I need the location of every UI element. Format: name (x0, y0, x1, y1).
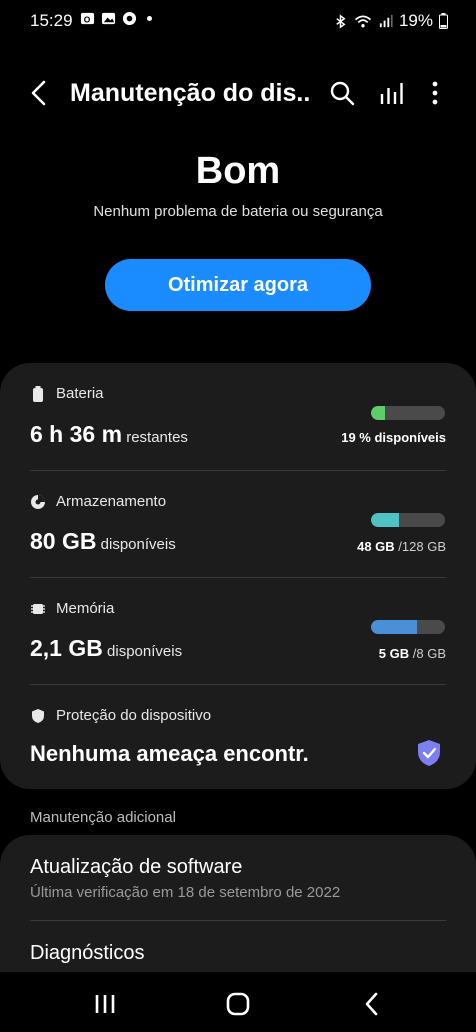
battery-value: 6 h 36 m restantes (30, 421, 188, 448)
storage-total: /128 GB (394, 539, 446, 554)
memory-used: 5 GB (378, 646, 410, 661)
gallery-icon (101, 12, 116, 25)
svg-text:O: O (84, 14, 91, 24)
diagnostics-item[interactable]: Diagnósticos (0, 921, 476, 975)
back-icon[interactable] (28, 80, 50, 106)
more-notifications-dot (147, 16, 152, 21)
software-update-item[interactable]: Atualização de software Última verificaç… (0, 835, 476, 921)
additional-card: Atualização de software Última verificaç… (0, 835, 476, 975)
storage-row[interactable]: Armazenamento 80 GB disponíveis 48 GB /1… (0, 471, 476, 577)
battery-level-bar (371, 406, 445, 420)
storage-bar-text: 48 GB /128 GB (357, 539, 446, 554)
battery-value-suffix: restantes (122, 429, 188, 446)
navigation-bar (0, 972, 476, 1032)
storage-level-fill (371, 513, 399, 527)
battery-icon (439, 13, 448, 29)
device-status-subtitle: Nenhum problema de bateria ou segurança (93, 203, 383, 220)
battery-icon (33, 385, 43, 402)
diagnostics-title: Diagnósticos (30, 942, 145, 964)
home-icon[interactable] (224, 990, 252, 1018)
protection-label-text: Proteção do dispositivo (56, 707, 212, 724)
battery-time-remaining: 6 h 36 m (30, 421, 123, 447)
battery-label-text: Bateria (56, 385, 104, 402)
software-update-title: Atualização de software (30, 856, 243, 878)
protection-label: Proteção do dispositivo (30, 707, 211, 724)
storage-label-text: Armazenamento (56, 493, 167, 510)
additional-maintenance-header: Manutenção adicional (30, 809, 176, 826)
storage-pie-icon (31, 494, 45, 509)
battery-label: Bateria (30, 385, 104, 402)
storage-available: 80 GB (30, 528, 97, 554)
memory-level-bar (371, 620, 445, 634)
memory-label-text: Memória (56, 600, 115, 617)
storage-value-suffix: disponíveis (96, 536, 176, 553)
memory-total: /8 GB (409, 646, 446, 661)
storage-label: Armazenamento (30, 493, 166, 510)
storage-level-bar (371, 513, 445, 527)
system-icons: 19% (333, 11, 448, 31)
status-bar: 15:29 O 19% (0, 0, 476, 42)
battery-row[interactable]: Bateria 6 h 36 m restantes 19 % disponív… (0, 363, 476, 470)
notification-icons: O (80, 11, 152, 26)
battery-percent: 19% (398, 11, 433, 30)
chrome-icon (122, 11, 137, 26)
battery-available: 19 % disponíveis (341, 430, 446, 445)
app-bar: Manutenção do dis... (0, 70, 476, 116)
storage-value: 80 GB disponíveis (30, 528, 176, 555)
memory-row[interactable]: Memória 2,1 GB disponíveis 5 GB /8 GB (0, 578, 476, 684)
more-vert-icon[interactable] (422, 80, 448, 106)
shield-icon (32, 708, 44, 723)
protection-status: Nenhuma ameaça encontr. (30, 741, 309, 766)
optimize-now-button[interactable]: Otimizar agora (105, 259, 371, 311)
page-title: Manutenção do dis... (70, 79, 312, 107)
storage-used: 48 GB (357, 539, 395, 554)
status-time: 15:29 (30, 11, 73, 30)
signal-icon (379, 14, 393, 27)
memory-chip-icon (31, 603, 45, 614)
outlook-icon: O (80, 12, 95, 24)
back-nav-icon[interactable] (358, 990, 386, 1018)
memory-bar-text: 5 GB /8 GB (379, 646, 446, 661)
shield-check-icon (418, 740, 440, 766)
memory-available: 2,1 GB (30, 635, 103, 661)
search-icon[interactable] (329, 80, 355, 106)
memory-value-suffix: disponíveis (102, 643, 183, 660)
bluetooth-icon (336, 13, 346, 29)
memory-label: Memória (30, 600, 114, 617)
wifi-icon (354, 15, 372, 27)
device-protection-row[interactable]: Proteção do dispositivo Nenhuma ameaça e… (0, 685, 476, 789)
battery-level-fill (371, 406, 386, 420)
bar-chart-icon[interactable] (379, 80, 405, 106)
recents-icon[interactable] (91, 990, 119, 1018)
battery-bar-text: 19 % disponíveis (341, 430, 446, 445)
device-status-title: Bom (195, 150, 281, 192)
maintenance-card: Bateria 6 h 36 m restantes 19 % disponív… (0, 363, 476, 789)
software-update-subtitle: Última verificação em 18 de setembro de … (30, 884, 341, 901)
memory-level-fill (371, 620, 418, 634)
memory-value: 2,1 GB disponíveis (30, 635, 182, 662)
